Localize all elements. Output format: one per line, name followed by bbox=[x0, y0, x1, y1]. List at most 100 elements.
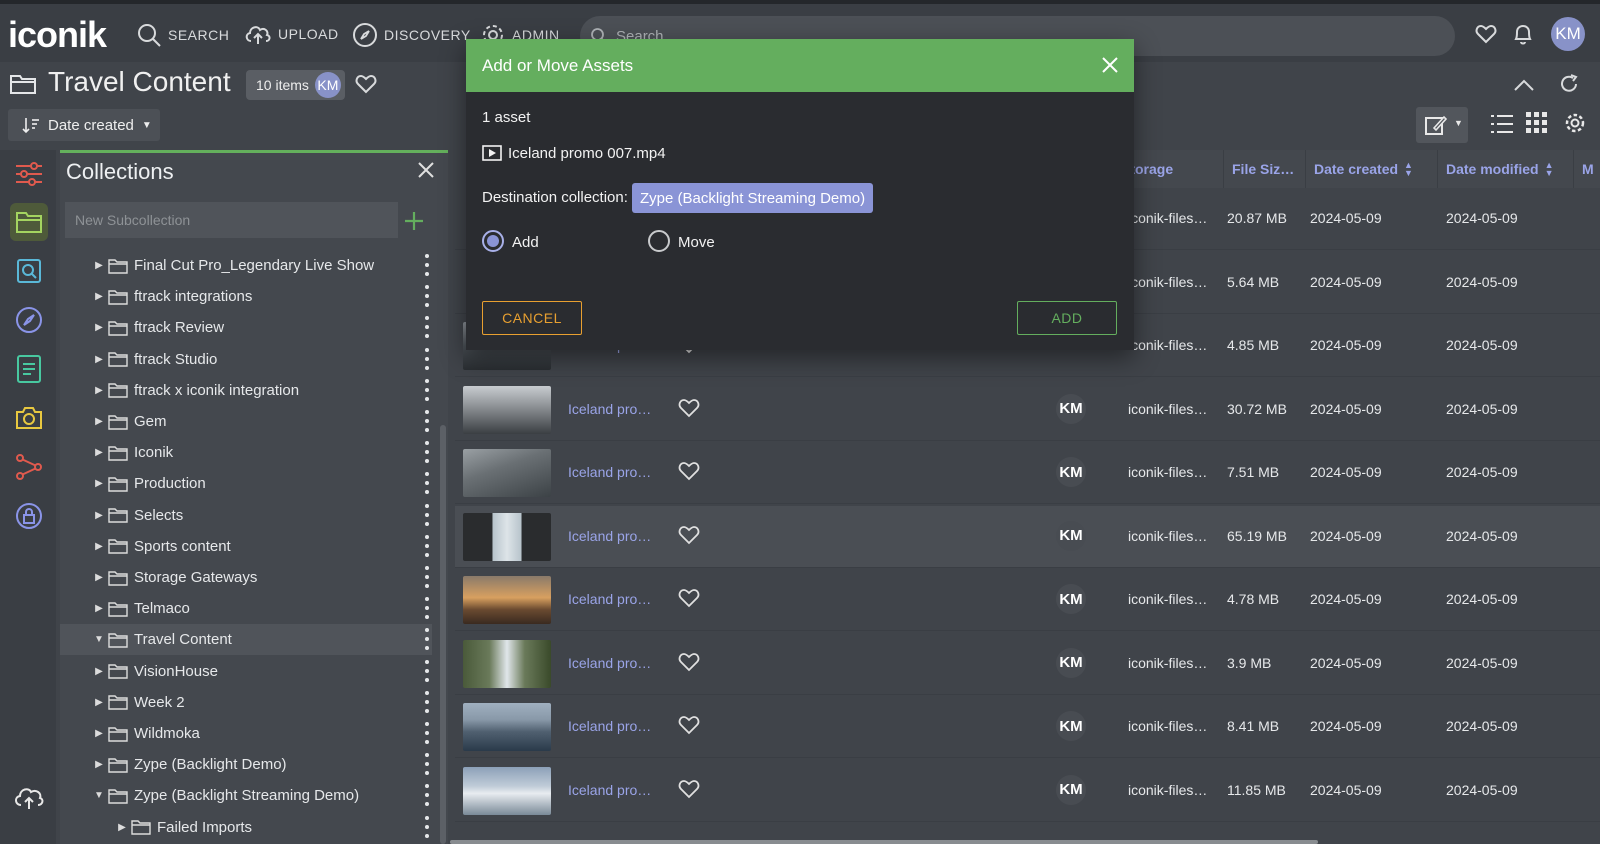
favorite-heart-icon[interactable] bbox=[678, 715, 700, 735]
favorite-heart-icon[interactable] bbox=[678, 461, 700, 481]
owner-avatar[interactable]: KM bbox=[314, 72, 341, 98]
kebab-menu-icon[interactable] bbox=[422, 378, 432, 401]
close-icon[interactable] bbox=[417, 161, 435, 179]
rail-metadata-button[interactable] bbox=[10, 350, 48, 388]
rail-upload-button[interactable] bbox=[10, 778, 48, 816]
favorite-heart-icon[interactable] bbox=[678, 398, 700, 418]
nav-discovery[interactable]: DISCOVERY bbox=[352, 22, 471, 48]
kebab-menu-icon[interactable] bbox=[422, 347, 432, 370]
favorites-heart-icon[interactable] bbox=[1475, 24, 1497, 44]
caret-right-icon[interactable]: ▶ bbox=[94, 260, 104, 271]
destination-collection-chip[interactable]: Zype (Backlight Streaming Demo) bbox=[632, 183, 874, 213]
caret-right-icon[interactable]: ▶ bbox=[94, 478, 104, 489]
asset-name-cell[interactable]: Iceland pro… bbox=[568, 528, 651, 544]
caret-right-icon[interactable]: ▶ bbox=[94, 759, 104, 770]
kebab-menu-icon[interactable] bbox=[422, 316, 432, 339]
table-row[interactable]: Iceland pro… KM iconik-files… 11.85 MB 2024-… bbox=[455, 760, 1600, 822]
favorite-heart-icon[interactable] bbox=[678, 652, 700, 672]
kebab-menu-icon[interactable] bbox=[422, 410, 432, 432]
table-row[interactable]: Iceland pro… KM iconik-files… 65.19 MB 2024-… bbox=[455, 505, 1600, 568]
favorite-heart-icon[interactable] bbox=[678, 588, 700, 608]
add-radio-label[interactable]: Add bbox=[512, 234, 539, 251]
caret-right-icon[interactable]: ▶ bbox=[94, 447, 104, 458]
asset-thumbnail[interactable] bbox=[463, 576, 551, 624]
caret-right-icon[interactable]: ▶ bbox=[94, 603, 104, 614]
collection-tree-item[interactable]: ▶ Wildmoka bbox=[60, 718, 432, 749]
kebab-menu-icon[interactable] bbox=[422, 441, 432, 464]
collection-tree-item[interactable]: ▶ ftrack x iconik integration bbox=[60, 375, 432, 406]
collections-scrollbar[interactable] bbox=[440, 425, 446, 844]
caret-right-icon[interactable]: ▶ bbox=[94, 322, 104, 333]
table-row[interactable]: Iceland pro… KM iconik-files… 4.78 MB 2024-0… bbox=[455, 569, 1600, 631]
collection-tree-item[interactable]: ▶ Week 2 bbox=[60, 687, 432, 718]
collection-tree-item[interactable]: ▶ Final Cut Pro_Legendary Live Show bbox=[60, 250, 432, 281]
asset-name-cell[interactable]: Iceland pro… bbox=[568, 464, 651, 480]
collection-tree-item[interactable]: ▼ Travel Content bbox=[60, 624, 432, 656]
sort-dropdown[interactable]: Date created ▼ bbox=[8, 109, 160, 141]
table-row[interactable]: Iceland pro… KM iconik-files… 3.9 MB 2024-05… bbox=[455, 633, 1600, 695]
column-more[interactable]: M bbox=[1573, 150, 1600, 188]
collection-tree-item[interactable]: ▶ VisionHouse bbox=[60, 656, 432, 687]
caret-down-icon[interactable]: ▼ bbox=[94, 634, 104, 645]
refresh-icon[interactable] bbox=[1558, 73, 1580, 95]
kebab-menu-icon[interactable] bbox=[422, 784, 432, 807]
rail-saved-search-button[interactable] bbox=[10, 252, 48, 290]
move-radio[interactable] bbox=[648, 230, 670, 252]
kebab-menu-icon[interactable] bbox=[422, 503, 432, 526]
kebab-menu-icon[interactable] bbox=[422, 722, 432, 744]
collection-tree-item[interactable]: ▶ Failed Imports bbox=[60, 812, 432, 843]
caret-right-icon[interactable]: ▶ bbox=[94, 728, 104, 739]
nav-upload[interactable]: UPLOAD bbox=[244, 22, 339, 46]
rail-share-button[interactable] bbox=[10, 448, 48, 486]
collection-tree-item[interactable]: ▶ Telmaco bbox=[60, 593, 432, 624]
table-horizontal-scrollbar[interactable] bbox=[450, 840, 1318, 844]
add-plus-icon[interactable] bbox=[403, 210, 425, 232]
collection-tree-item[interactable]: ▶ Selects bbox=[60, 500, 432, 531]
kebab-menu-icon[interactable] bbox=[422, 285, 432, 308]
add-radio[interactable] bbox=[482, 230, 504, 252]
kebab-menu-icon[interactable] bbox=[422, 753, 432, 776]
caret-right-icon[interactable]: ▶ bbox=[94, 354, 104, 365]
collapse-up-icon[interactable] bbox=[1513, 78, 1535, 92]
caret-right-icon[interactable]: ▶ bbox=[94, 385, 104, 396]
asset-name-cell[interactable]: Iceland pro… bbox=[568, 401, 651, 417]
settings-gear-icon[interactable] bbox=[1564, 112, 1586, 134]
caret-right-icon[interactable]: ▶ bbox=[94, 697, 104, 708]
column-file-size[interactable]: File Siz… bbox=[1223, 150, 1305, 188]
caret-right-icon[interactable]: ▶ bbox=[117, 822, 127, 833]
collection-tree-item[interactable]: ▶ ftrack integrations bbox=[60, 281, 432, 312]
nav-search[interactable]: SEARCH bbox=[136, 22, 229, 48]
collection-tree-item[interactable]: ▶ Gem bbox=[60, 406, 432, 437]
kebab-menu-icon[interactable] bbox=[422, 659, 432, 682]
cancel-button[interactable]: CANCEL bbox=[482, 301, 582, 335]
caret-right-icon[interactable]: ▶ bbox=[94, 416, 104, 427]
close-icon[interactable] bbox=[1100, 55, 1120, 75]
column-date-created[interactable]: Date created ▲ ▼ bbox=[1305, 150, 1437, 188]
caret-down-icon[interactable]: ▼ bbox=[94, 790, 104, 801]
rail-collections-button[interactable] bbox=[10, 203, 48, 241]
kebab-menu-icon[interactable] bbox=[422, 472, 432, 495]
new-subcollection-input[interactable]: New Subcollection bbox=[65, 202, 398, 238]
rail-camera-button[interactable] bbox=[10, 399, 48, 437]
list-view-icon[interactable] bbox=[1490, 112, 1514, 136]
caret-right-icon[interactable]: ▶ bbox=[94, 510, 104, 521]
table-row[interactable]: Iceland pro… KM iconik-files… 7.51 MB 2024-0… bbox=[455, 442, 1600, 504]
asset-name-cell[interactable]: Iceland pro… bbox=[568, 591, 651, 607]
asset-name-cell[interactable]: Iceland pro… bbox=[568, 655, 651, 671]
collection-tree-item[interactable]: ▶ ftrack Studio bbox=[60, 344, 432, 375]
column-date-modified[interactable]: Date modified ▲ ▼ bbox=[1437, 150, 1573, 188]
caret-right-icon[interactable]: ▶ bbox=[94, 541, 104, 552]
asset-thumbnail[interactable] bbox=[463, 766, 551, 815]
iconik-logo[interactable]: iconik bbox=[8, 14, 107, 56]
collection-tree-item[interactable]: ▶ ftrack Review bbox=[60, 312, 432, 343]
move-radio-label[interactable]: Move bbox=[678, 234, 715, 251]
asset-thumbnail[interactable] bbox=[463, 385, 551, 434]
asset-thumbnail[interactable] bbox=[463, 703, 551, 751]
table-row[interactable]: Iceland pro… KM iconik-files… 8.41 MB 2024-0… bbox=[455, 696, 1600, 758]
add-button[interactable]: ADD bbox=[1017, 301, 1117, 335]
rail-access-button[interactable] bbox=[10, 497, 48, 535]
asset-name-cell[interactable]: Iceland pro… bbox=[568, 718, 651, 734]
kebab-menu-icon[interactable] bbox=[422, 815, 432, 838]
kebab-menu-icon[interactable] bbox=[422, 690, 432, 713]
asset-name-cell[interactable]: Iceland pro… bbox=[568, 782, 651, 798]
